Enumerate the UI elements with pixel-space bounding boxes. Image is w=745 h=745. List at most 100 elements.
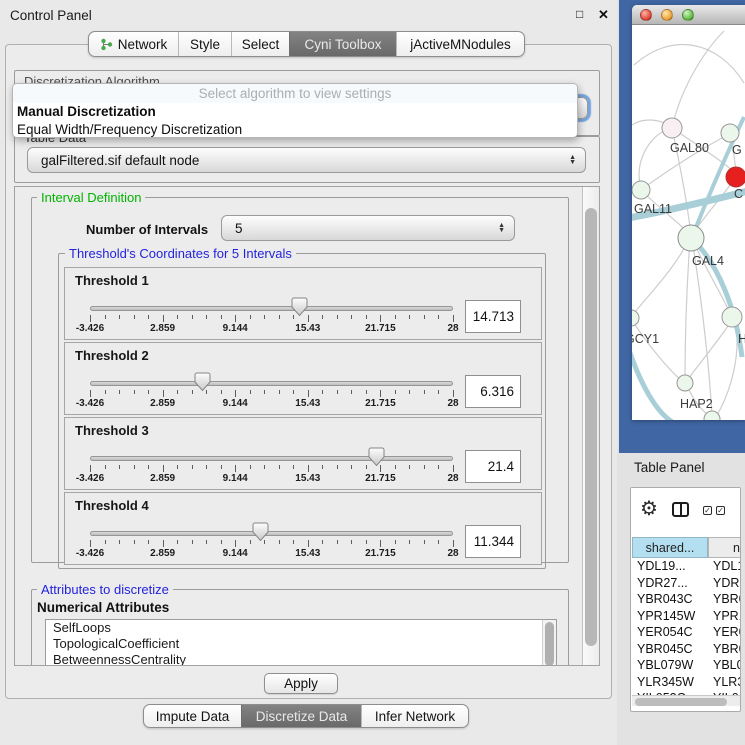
- network-edge: [639, 129, 668, 188]
- threshold-slider-track[interactable]: [90, 456, 453, 461]
- float-window-icon[interactable]: □: [576, 7, 583, 21]
- numerical-attributes-list[interactable]: SelfLoopsTopologicalCoefficientBetweenne…: [45, 619, 557, 666]
- threshold-value-field[interactable]: 6.316: [465, 375, 521, 408]
- network-window-titlebar[interactable]: [632, 5, 745, 25]
- threshold-slider-thumb[interactable]: [368, 447, 385, 467]
- threshold-slider-track[interactable]: [90, 381, 453, 386]
- network-window[interactable]: GAL80GCGAL11GAL4GCY1HHAP2: [632, 5, 745, 420]
- cell-shared-name: YDR27...: [632, 575, 708, 592]
- combo-arrows-icon: ▲▼: [569, 155, 576, 165]
- network-node[interactable]: [632, 310, 639, 326]
- table-row[interactable]: YBL079WYBL0: [632, 657, 741, 674]
- network-icon: [100, 38, 113, 51]
- network-edge: [685, 239, 690, 380]
- cell-name: YDR2: [708, 575, 741, 592]
- table-row[interactable]: YPR145WYPR1: [632, 608, 741, 625]
- table-row[interactable]: YLR345WYLR3: [632, 674, 741, 691]
- tab-impute-data[interactable]: Impute Data: [144, 705, 241, 727]
- apply-button[interactable]: Apply: [264, 673, 338, 694]
- scrollbar-thumb[interactable]: [545, 622, 554, 666]
- threshold-slider-thumb[interactable]: [194, 372, 211, 392]
- threshold-slider-track[interactable]: [90, 306, 453, 311]
- checkbox-icon[interactable]: ✓: [716, 506, 725, 515]
- algorithm-option[interactable]: Equal Width/Frequency Discretization: [13, 121, 577, 138]
- table-row[interactable]: YDR27...YDR2: [632, 575, 741, 592]
- network-edge: [632, 347, 674, 420]
- cell-shared-name: YBR043C: [632, 591, 708, 608]
- gear-icon[interactable]: ⚙: [640, 496, 658, 522]
- control-panel-tabs: Network Style Select Cyni Toolbox jActiveMNo…: [88, 31, 525, 57]
- tab-network[interactable]: Network: [89, 32, 178, 56]
- algorithm-option[interactable]: Manual Discretization: [13, 103, 577, 121]
- column-header[interactable]: na: [708, 537, 741, 558]
- network-edge: [688, 319, 733, 379]
- attribute-item[interactable]: SelfLoops: [46, 620, 556, 636]
- tab-cyni-toolbox[interactable]: Cyni Toolbox: [289, 32, 396, 56]
- attributes-scrollbar[interactable]: [542, 620, 556, 666]
- network-node[interactable]: [662, 118, 682, 138]
- tab-infer-network[interactable]: Infer Network: [361, 705, 468, 727]
- tab-select[interactable]: Select: [231, 32, 289, 56]
- cell-shared-name: YBR045C: [632, 641, 708, 658]
- threshold-slider-thumb[interactable]: [291, 297, 308, 317]
- attributes-group-label: Attributes to discretize: [37, 582, 173, 597]
- zoom-traffic-light-icon[interactable]: [682, 9, 694, 21]
- algorithm-dropdown-popup: Select algorithm to view settings Manual…: [12, 83, 578, 138]
- tab-jactivemnodules[interactable]: jActiveMNodules: [396, 32, 524, 56]
- tab-label: Network: [118, 37, 168, 52]
- minimize-traffic-light-icon[interactable]: [661, 9, 673, 21]
- threshold-value-field[interactable]: 11.344: [465, 525, 521, 558]
- table-row[interactable]: YDL19...YDL1: [632, 558, 741, 575]
- number-of-intervals-combo[interactable]: 5 ▲▼: [221, 215, 515, 241]
- table-row[interactable]: YBR045CYBR0: [632, 641, 741, 658]
- scrollbar-thumb[interactable]: [585, 208, 597, 646]
- checkbox-icon[interactable]: ✓: [703, 506, 712, 515]
- network-node-label: GAL11: [634, 202, 672, 216]
- network-node-label: G: [732, 143, 742, 157]
- threshold-value-field[interactable]: 14.713: [465, 300, 521, 333]
- table-row[interactable]: YER054CYER0: [632, 624, 741, 641]
- threshold-slider-track[interactable]: [90, 531, 453, 536]
- network-node[interactable]: [677, 375, 693, 391]
- column-header[interactable]: shared...: [632, 537, 708, 558]
- network-node[interactable]: [704, 411, 720, 420]
- attribute-item[interactable]: BetweennessCentrality: [46, 652, 556, 666]
- threshold-slider-thumb[interactable]: [252, 522, 269, 542]
- screen: Control Panel □ ✕ Network Style Select Cyni…: [0, 0, 745, 745]
- tab-discretize-data[interactable]: Discretize Data: [241, 705, 361, 727]
- close-icon[interactable]: ✕: [598, 7, 609, 23]
- tab-label: Select: [242, 37, 280, 52]
- network-node[interactable]: [678, 225, 704, 251]
- tab-label: Impute Data: [156, 709, 230, 724]
- network-node[interactable]: [726, 167, 745, 187]
- threshold-value-field[interactable]: 21.4: [465, 450, 521, 483]
- tab-label: jActiveMNodules: [410, 37, 511, 52]
- threshold-label: Threshold 4: [75, 498, 149, 513]
- settings-scrollbar[interactable]: [582, 187, 599, 665]
- table-hscrollbar[interactable]: [632, 695, 741, 706]
- table-row[interactable]: YBR043CYBR0: [632, 591, 741, 608]
- interval-definition-label: Interval Definition: [37, 190, 145, 205]
- panel-title: Control Panel: [10, 8, 92, 23]
- scrollbar-thumb[interactable]: [635, 698, 727, 706]
- thresholds-group-label: Threshold's Coordinates for 5 Intervals: [65, 246, 296, 261]
- tab-label: Cyni Toolbox: [304, 37, 381, 52]
- network-node[interactable]: [721, 124, 739, 142]
- tab-style[interactable]: Style: [178, 32, 231, 56]
- threshold-panel: Threshold 3-3.4262.8599.14415.4321.71528…: [64, 417, 542, 490]
- settings-viewport: Interval Definition Number of Intervals …: [14, 186, 600, 666]
- attribute-item[interactable]: TopologicalCoefficient: [46, 636, 556, 652]
- cell-name: YER0: [708, 624, 741, 641]
- cell-shared-name: YER054C: [632, 624, 708, 641]
- network-node[interactable]: [632, 181, 650, 199]
- close-traffic-light-icon[interactable]: [640, 9, 652, 21]
- split-view-icon[interactable]: [672, 502, 689, 517]
- threshold-label: Threshold 1: [75, 273, 149, 288]
- network-canvas[interactable]: GAL80GCGAL11GAL4GCY1HHAP2: [632, 25, 745, 420]
- thresholds-group: Threshold 1-3.4262.8599.14415.4321.71528…: [58, 253, 546, 569]
- cell-name: YDL1: [708, 558, 741, 575]
- network-node[interactable]: [722, 307, 742, 327]
- table-data-combo[interactable]: galFiltered.sif default node ▲▼: [27, 147, 586, 173]
- cell-shared-name: YPR145W: [632, 608, 708, 625]
- network-edge: [632, 238, 690, 316]
